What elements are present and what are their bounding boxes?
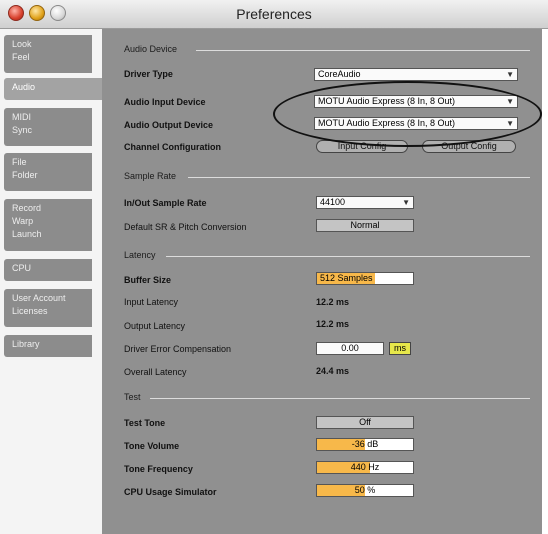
window-title: Preferences <box>236 6 312 22</box>
buffer-size-value: 512 Samples <box>320 273 373 283</box>
sample-rate-select[interactable]: 44100 ▼ <box>316 196 414 209</box>
tab-library[interactable]: Library <box>4 335 92 357</box>
tab-file-folder[interactable]: File Folder <box>4 153 92 191</box>
input-latency-value: 12.2 ms <box>316 297 350 307</box>
tone-volume-slider[interactable]: -36 dB <box>316 438 414 451</box>
test-tone-toggle[interactable]: Off <box>316 416 414 429</box>
tab-label: Look <box>12 39 32 49</box>
section-latency: Latency <box>124 250 156 260</box>
tab-label: User Account <box>12 293 66 303</box>
tone-frequency-value: 440 Hz <box>350 462 380 472</box>
channel-configuration-label: Channel Configuration <box>124 142 221 152</box>
tab-label: Feel <box>12 52 30 62</box>
driver-type-value: CoreAudio <box>318 69 361 79</box>
tab-label: Folder <box>12 170 38 180</box>
in-out-sample-rate-label: In/Out Sample Rate <box>124 198 207 208</box>
tab-label: Record <box>12 203 42 213</box>
tab-label: Sync <box>12 125 33 135</box>
audio-input-device-label: Audio Input Device <box>124 97 206 107</box>
test-tone-label: Test Tone <box>124 418 166 428</box>
tab-label: MIDI <box>12 112 31 122</box>
tone-frequency-slider[interactable]: 440 Hz <box>316 461 414 474</box>
driver-type-select[interactable]: CoreAudio ▼ <box>314 68 518 81</box>
buffer-size-label: Buffer Size <box>124 275 172 285</box>
ms-unit-button[interactable]: ms <box>389 342 411 355</box>
sample-rate-value: 44100 <box>320 197 346 207</box>
highlight-ellipse-annotation <box>273 81 542 147</box>
tab-user-account-licenses[interactable]: User Account Licenses <box>4 289 92 327</box>
sr-pitch-conversion-label: Default SR & Pitch Conversion <box>124 222 247 232</box>
output-latency-label: Output Latency <box>124 321 186 331</box>
section-divider <box>150 398 530 399</box>
cpu-usage-simulator-slider[interactable]: 50 % <box>316 484 414 497</box>
tab-label: File <box>12 157 27 167</box>
driver-type-label: Driver Type <box>124 69 173 79</box>
overall-latency-label: Overall Latency <box>124 367 187 377</box>
tab-label: Warp <box>12 216 34 226</box>
tab-label: Licenses <box>12 306 48 316</box>
cpu-usage-simulator-label: CPU Usage Simulator <box>124 487 217 497</box>
chevron-down-icon: ▼ <box>402 198 410 207</box>
audio-output-device-label: Audio Output Device <box>124 120 214 130</box>
cpu-usage-value: 50 % <box>354 485 376 495</box>
section-divider <box>188 177 530 178</box>
sr-pitch-conversion-select[interactable]: Normal <box>316 219 414 232</box>
tone-frequency-label: Tone Frequency <box>124 464 193 474</box>
title-bar[interactable]: Preferences <box>0 0 548 29</box>
tab-label: Audio <box>12 82 36 92</box>
preferences-sidebar: Look Feel Audio MIDI Sync File Folder Re… <box>0 29 102 534</box>
section-divider <box>166 256 530 257</box>
tone-volume-label: Tone Volume <box>124 441 180 451</box>
chevron-down-icon: ▼ <box>506 70 514 79</box>
section-audio-device: Audio Device <box>124 44 178 54</box>
tab-label: Library <box>12 339 40 349</box>
tab-label: CPU <box>12 263 32 273</box>
tab-label: Launch <box>12 229 42 239</box>
overall-latency-value: 24.4 ms <box>316 366 350 376</box>
driver-error-compensation-label: Driver Error Compensation <box>124 344 232 354</box>
tab-cpu[interactable]: CPU <box>4 259 92 281</box>
tab-record-warp-launch[interactable]: Record Warp Launch <box>4 199 92 251</box>
section-divider <box>196 50 530 51</box>
output-latency-value: 12.2 ms <box>316 319 350 329</box>
buffer-size-field[interactable]: 512 Samples <box>316 272 414 285</box>
tab-audio[interactable]: Audio <box>4 78 102 100</box>
tone-volume-value: -36 dB <box>351 439 379 449</box>
tab-look-feel[interactable]: Look Feel <box>4 35 92 73</box>
section-test: Test <box>124 392 141 402</box>
tab-midi-sync[interactable]: MIDI Sync <box>4 108 92 146</box>
input-latency-label: Input Latency <box>124 297 179 307</box>
driver-error-compensation-field[interactable]: 0.00 <box>316 342 384 355</box>
section-sample-rate: Sample Rate <box>124 171 177 181</box>
preferences-window: Preferences Look Feel Audio MIDI Sync Fi… <box>0 0 548 534</box>
